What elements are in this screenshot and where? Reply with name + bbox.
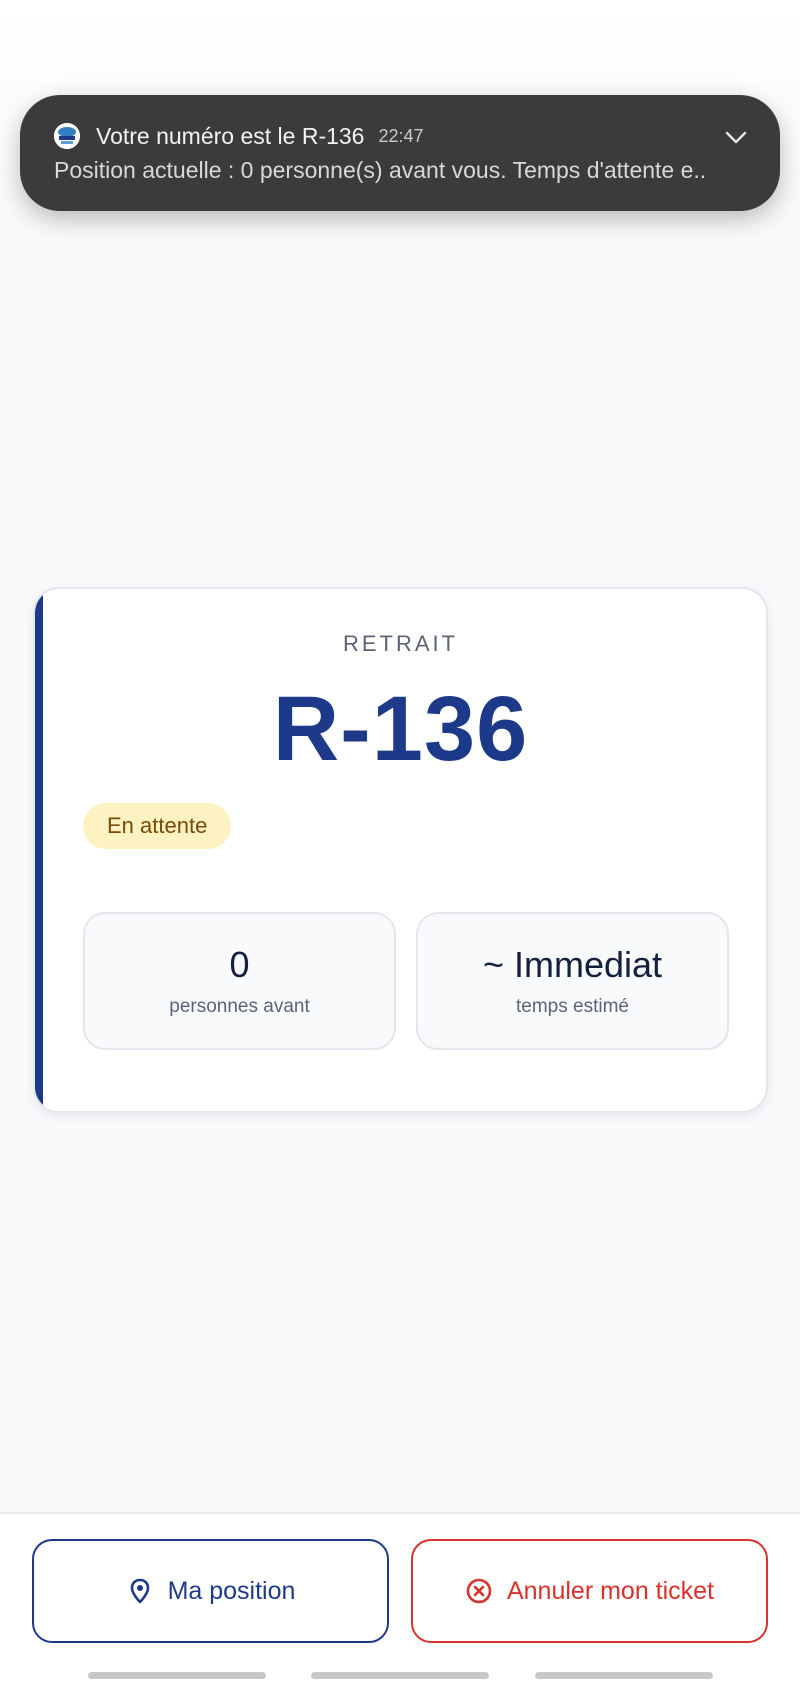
nav-handle-right [535, 1672, 713, 1679]
cancel-ticket-button[interactable]: Annuler mon ticket [411, 1539, 768, 1643]
notification-body: Position actuelle : 0 personne(s) avant … [54, 157, 707, 183]
map-pin-icon [126, 1577, 154, 1605]
wait-time-box: ~ Immediat temps estimé [416, 912, 729, 1050]
app-screen: Votre numéro est le R-136 22:47 Position… [0, 0, 800, 1689]
push-notification[interactable]: Votre numéro est le R-136 22:47 Position… [20, 95, 780, 211]
my-position-label: Ma position [167, 1576, 296, 1605]
ticket-card: RETRAIT R-136 En attente 0 personnes ava… [33, 587, 768, 1113]
chevron-down-icon[interactable] [722, 123, 750, 151]
circle-x-icon [465, 1577, 493, 1605]
bottom-action-bar: Ma position Annuler mon ticket [0, 1512, 800, 1689]
cancel-ticket-label: Annuler mon ticket [506, 1576, 715, 1605]
nav-handle-left [88, 1672, 266, 1679]
notification-time: 22:47 [378, 125, 424, 146]
people-ahead-value: 0 [229, 944, 250, 985]
notification-title: Votre numéro est le R-136 [96, 122, 365, 149]
wait-time-value: ~ Immediat [482, 944, 663, 985]
notification-header: Votre numéro est le R-136 22:47 [54, 119, 746, 153]
nav-handle-center [311, 1672, 489, 1679]
service-label: RETRAIT [342, 631, 459, 656]
ticket-accent-bar [35, 589, 43, 1111]
status-badge: En attente [83, 803, 232, 849]
ticket-number: R-136 [272, 678, 529, 780]
app-logo-icon [54, 123, 80, 149]
people-ahead-label: personnes avant [169, 996, 310, 1017]
people-ahead-box: 0 personnes avant [83, 912, 396, 1050]
my-position-button[interactable]: Ma position [32, 1539, 389, 1643]
wait-time-label: temps estimé [516, 996, 629, 1017]
